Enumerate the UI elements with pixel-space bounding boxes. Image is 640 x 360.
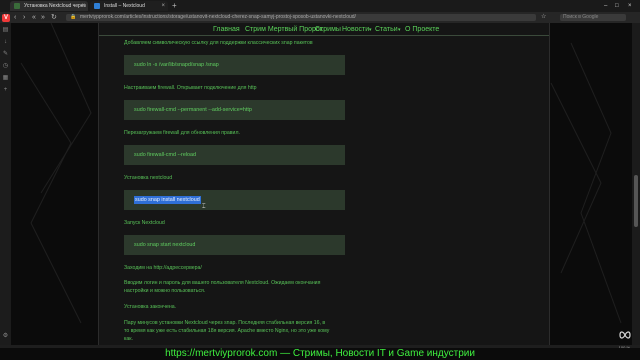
article-text: Пару минусов установки Nextcloud через s…: [124, 320, 326, 326]
selected-code-text[interactable]: sudo snap install nextcloud: [134, 196, 201, 204]
window-panel-icon[interactable]: ▦: [2, 75, 9, 82]
article-text: Вводим логин и пароль для вашего пользов…: [124, 280, 321, 286]
lock-icon[interactable]: 🔒: [70, 14, 76, 21]
reload-icon[interactable]: ↻: [51, 12, 57, 23]
article-link-text[interactable]: Заходим на http://адрессервера/: [124, 265, 202, 271]
page-scrollbar[interactable]: [632, 23, 640, 345]
vivaldi-menu-icon[interactable]: V: [2, 14, 10, 22]
code-text[interactable]: sudo firewall-cmd --reload: [134, 145, 196, 165]
infinity-logo-icon: [619, 331, 631, 339]
stream-banner: https://mertviyprorok.com — Стримы, Ново…: [0, 348, 640, 360]
browser-toolbar: V ‹ › « » ↻ 🔒 mertviypprorok.com/article…: [0, 12, 640, 23]
chevron-down-icon: ▾: [369, 27, 372, 33]
downloads-icon[interactable]: ↓: [2, 39, 9, 46]
bookmarks-icon[interactable]: ▤: [2, 27, 9, 34]
code-text[interactable]: sudo ln -s /var/lib/snapd/snap /snap: [134, 55, 219, 75]
site-nav: Главная Стрим Мертвый Пророк Стримы Ново…: [99, 25, 549, 36]
tab-bar: Установка Nextcloud через × Install – Ne…: [0, 0, 640, 12]
side-panel: ▤ ↓ ✎ ◷ ▦ + ⚙: [0, 23, 11, 345]
scrollbar-thumb[interactable]: [634, 175, 638, 227]
new-tab-button[interactable]: +: [172, 1, 177, 11]
article-text: Установка nextcloud: [124, 175, 173, 181]
article-text: Перезагружаем firewall для обновления пр…: [124, 130, 240, 136]
site-favicon-icon: [14, 3, 20, 9]
article-text: Настраиваем firewall. Открывает подключе…: [124, 85, 257, 91]
page-viewport: Главная Стрим Мертвый Пророк Стримы Ново…: [11, 23, 632, 345]
code-block: sudo firewall-cmd --permanent --add-serv…: [124, 100, 345, 120]
article-text: настройки и можно пользоваться.: [124, 288, 206, 294]
bookmark-icon[interactable]: ☆: [541, 12, 546, 23]
nav-streams[interactable]: Стримы: [315, 25, 341, 35]
minimize-icon[interactable]: –: [604, 0, 607, 12]
forward-icon[interactable]: ›: [23, 12, 25, 23]
close-window-icon[interactable]: ×: [628, 0, 632, 12]
article-text: как.: [124, 336, 133, 342]
nav-about[interactable]: О Проекте: [405, 25, 439, 35]
tab-label: Установка Nextcloud через: [24, 3, 86, 9]
article-text: Добавляем символическую ссылку для подде…: [124, 40, 313, 46]
close-tab-icon[interactable]: ×: [81, 1, 85, 11]
article-text: то время как уже есть стабильная 18я вер…: [124, 328, 330, 334]
article-text: Запуск Nextcloud: [124, 220, 165, 226]
tab-article[interactable]: Установка Nextcloud через ×: [10, 1, 88, 11]
search-field[interactable]: Поиск в Google: [560, 14, 626, 21]
settings-icon[interactable]: ⚙: [2, 333, 9, 340]
nextcloud-favicon-icon: [94, 3, 100, 9]
code-block: sudo firewall-cmd --reload: [124, 145, 345, 165]
code-block-selected: sudo snap install nextcloud: [124, 190, 345, 210]
chevron-down-icon: ▾: [398, 27, 401, 33]
code-block: sudo ln -s /var/lib/snapd/snap /snap: [124, 55, 345, 75]
nav-articles[interactable]: Статьи: [375, 25, 398, 35]
add-panel-icon[interactable]: +: [2, 87, 9, 94]
rewind-icon[interactable]: «: [32, 12, 36, 23]
url-text: mertviypprorok.com/articles/instructions…: [80, 14, 356, 20]
notes-icon[interactable]: ✎: [2, 51, 9, 58]
nav-stream[interactable]: Стрим Мертвый Пророк: [245, 25, 323, 35]
tab-nextcloud[interactable]: Install – Nextcloud ×: [90, 1, 168, 11]
nav-home[interactable]: Главная: [213, 25, 240, 35]
code-text[interactable]: sudo snap start nextcloud: [134, 235, 195, 255]
mouse-cursor-icon: ⌶: [202, 204, 206, 210]
code-text[interactable]: sudo firewall-cmd --permanent --add-serv…: [134, 100, 252, 120]
address-bar[interactable]: 🔒 mertviypprorok.com/articles/instructio…: [66, 14, 536, 21]
banner-text: https://mertviyprorok.com — Стримы, Ново…: [165, 348, 475, 359]
history-icon[interactable]: ◷: [2, 63, 9, 70]
fast-forward-icon[interactable]: »: [41, 12, 45, 23]
close-tab-icon[interactable]: ×: [161, 1, 165, 11]
nav-news[interactable]: Новости: [342, 25, 369, 35]
article-text: Установка закончена.: [124, 304, 177, 310]
maximize-icon[interactable]: □: [615, 0, 619, 12]
back-icon[interactable]: ‹: [14, 12, 16, 23]
tab-label: Install – Nextcloud: [104, 3, 145, 9]
code-block: sudo snap start nextcloud: [124, 235, 345, 255]
